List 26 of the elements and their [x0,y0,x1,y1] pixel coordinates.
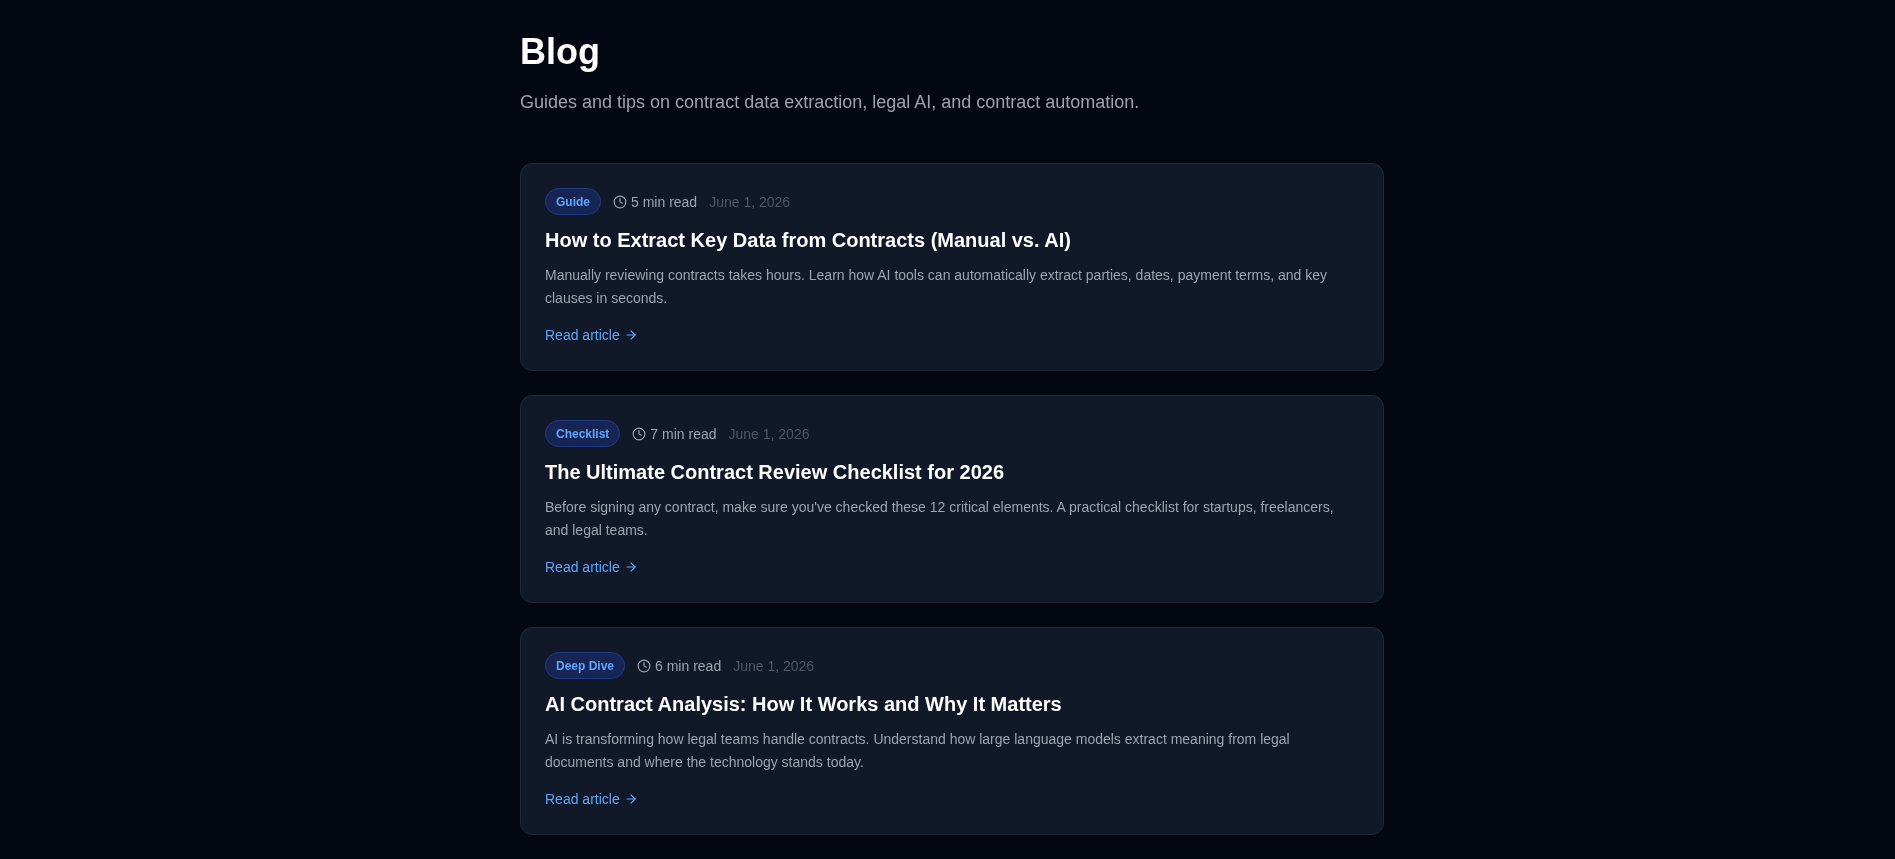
arrow-right-icon [623,792,638,806]
arrow-right-icon [623,328,638,342]
arrow-right-icon [623,560,638,574]
post-excerpt: AI is transforming how legal teams handle contracts. Understand how large language models extract meaning from legal documents and where the technology stands today. [545,730,1291,772]
post-excerpt: Manually reviewing contracts takes hours. Learn how AI tools can automatically extract parties, dates, payment terms, and key clauses in seconds. [545,266,1329,308]
post-date: June 1, 2026 [709,193,791,210]
clock-icon [632,426,647,441]
category-tag: Deep Dive [545,652,626,679]
post-date: June 1, 2026 [733,657,815,674]
category-tag: Checklist [545,420,621,447]
clock-icon [613,194,627,209]
page-subtitle: Guides and tips on contract data extraction, legal AI, and contract automation. [520,91,1141,114]
read-article-link[interactable]: Read article [545,789,638,809]
post-title: AI Contract Analysis: How It Works and Why It Matters [545,692,1063,717]
read-article-link[interactable]: Read article [545,557,638,577]
read-article-link[interactable]: Read article [545,325,638,345]
post-date: June 1, 2026 [728,425,810,442]
post-title: The Ultimate Contract Review Checklist for 2026 [545,460,1006,485]
page-title: Blog [520,30,601,74]
category-tag: Guide [545,188,601,215]
read-time: 6 min read [655,657,722,674]
read-time: 5 min read [631,193,698,210]
post-excerpt: Before signing any contract, make sure you've checked these 12 critical elements. A practical checklist for startups, freelancers, and legal teams. [545,498,1335,540]
post-title: How to Extract Key Data from Contracts (Manual vs. AI) [545,228,1073,253]
clock-icon [637,658,652,673]
read-time: 7 min read [650,425,717,442]
